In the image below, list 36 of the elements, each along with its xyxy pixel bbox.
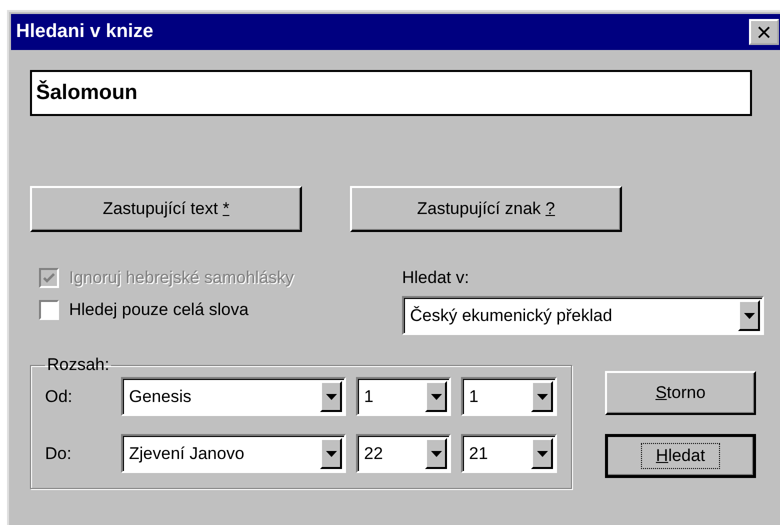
caret-icon — [536, 394, 548, 400]
group-title: Rozsah: — [46, 355, 110, 375]
caret-icon — [430, 394, 442, 400]
caret-icon — [430, 450, 442, 456]
translation-dropdown[interactable]: Český ekumenický překlad — [402, 296, 764, 335]
dropdown-arrow-button[interactable] — [531, 438, 553, 469]
search-field[interactable]: Šalomoun — [30, 70, 752, 116]
close-button[interactable]: × — [749, 19, 779, 45]
checkbox-label: Ignoruj hebrejské samohlásky — [69, 268, 294, 288]
range-label: Od: — [45, 386, 74, 406]
dropdown-arrow-button[interactable] — [738, 300, 760, 331]
dropdown-arrow-button[interactable] — [320, 381, 342, 412]
dialog-button[interactable]: Storno — [605, 371, 756, 415]
caret-icon — [326, 394, 336, 400]
verse-dropdown[interactable]: 21 — [461, 434, 557, 473]
chapter-dropdown[interactable]: 1 — [356, 377, 451, 416]
check-icon — [43, 272, 55, 284]
chapter-dropdown[interactable]: 22 — [356, 434, 451, 473]
verse-dropdown[interactable]: 1 — [461, 377, 557, 416]
caret-icon — [326, 450, 336, 456]
caret-icon — [744, 312, 754, 318]
book-dropdown[interactable]: Zjevení Janovo — [121, 434, 346, 473]
search-in-label: Hledat v: — [402, 268, 470, 288]
dropdown-arrow-button[interactable] — [425, 381, 447, 412]
range-label: Do: — [45, 444, 72, 464]
checkbox[interactable] — [39, 300, 59, 320]
dropdown-arrow-button[interactable] — [320, 438, 342, 469]
wildcard-button[interactable]: Zastupující text * — [30, 186, 302, 232]
book-dropdown[interactable]: Genesis — [121, 377, 346, 416]
checkbox-label: Hledej pouze celá slova — [69, 300, 249, 320]
dropdown-arrow-button[interactable] — [425, 438, 447, 469]
dropdown-arrow-button[interactable] — [531, 381, 553, 412]
caret-icon — [536, 450, 548, 456]
wildcard-button[interactable]: Zastupující znak ? — [350, 186, 622, 232]
dialog-button[interactable]: Hledat — [605, 434, 756, 478]
window-title: Hledani v knize — [16, 21, 154, 43]
